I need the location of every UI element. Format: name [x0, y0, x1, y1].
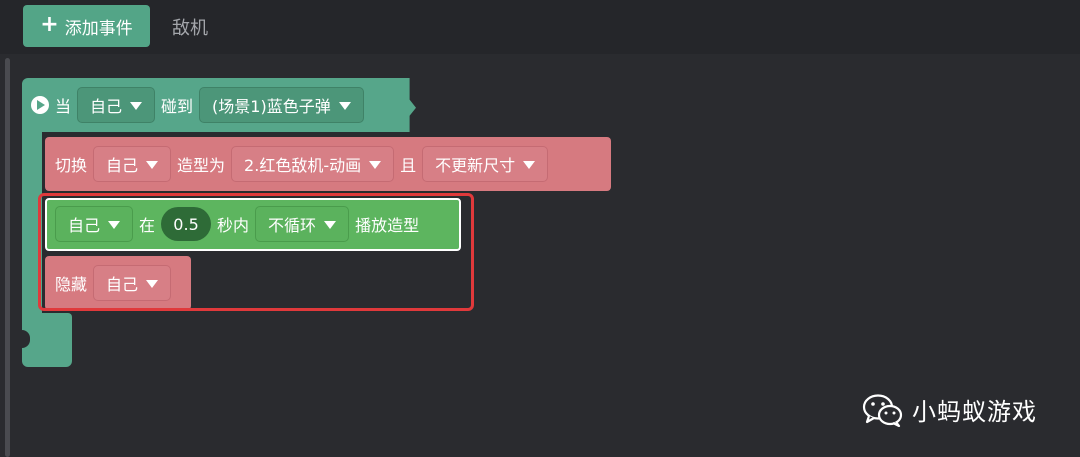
watermark-text: 小蚂蚁游戏 — [912, 398, 1037, 426]
add-event-button[interactable]: + 添加事件 — [23, 5, 150, 47]
event-target-dropdown[interactable]: (场景1)蓝色子弹 — [199, 87, 364, 123]
event-hat-row: 当 自己 碰到 (场景1)蓝色子弹 — [31, 87, 364, 123]
costume-label: 造型为 — [177, 156, 226, 175]
vertical-scrollbar[interactable] — [5, 58, 10, 457]
chevron-down-icon — [146, 160, 159, 169]
chevron-down-icon — [523, 160, 536, 169]
chevron-down-icon — [130, 101, 143, 110]
switch-subject-dropdown[interactable]: 自己 — [93, 146, 172, 182]
tab-enemy[interactable]: 敌机 — [172, 14, 208, 40]
event-target-value: (场景1)蓝色子弹 — [212, 97, 331, 116]
plus-icon: + — [40, 12, 59, 37]
resize-dropdown[interactable]: 不更新尺寸 — [422, 146, 549, 182]
highlight-box — [38, 193, 474, 311]
switch-costume-row: 切换 自己 造型为 2.红色敌机-动画 且 不更新尺寸 — [55, 146, 549, 182]
top-toolbar: + 添加事件 敌机 — [0, 0, 1080, 54]
play-icon — [31, 96, 49, 114]
switch-label: 切换 — [55, 156, 88, 175]
resize-value: 不更新尺寸 — [435, 156, 516, 175]
costume-value: 2.红色敌机-动画 — [244, 156, 362, 175]
costume-dropdown[interactable]: 2.红色敌机-动画 — [231, 146, 395, 182]
watermark: 小蚂蚁游戏 — [862, 392, 1037, 427]
touch-label: 碰到 — [161, 97, 194, 116]
when-label: 当 — [55, 97, 72, 116]
event-subject-dropdown[interactable]: 自己 — [77, 87, 156, 123]
chevron-down-icon — [338, 101, 351, 110]
switch-subject-value: 自己 — [106, 156, 139, 175]
event-subject-value: 自己 — [90, 97, 123, 116]
and-label: 且 — [400, 156, 417, 175]
wechat-icon — [862, 393, 903, 427]
add-event-label: 添加事件 — [64, 18, 133, 39]
chevron-down-icon — [369, 160, 382, 169]
